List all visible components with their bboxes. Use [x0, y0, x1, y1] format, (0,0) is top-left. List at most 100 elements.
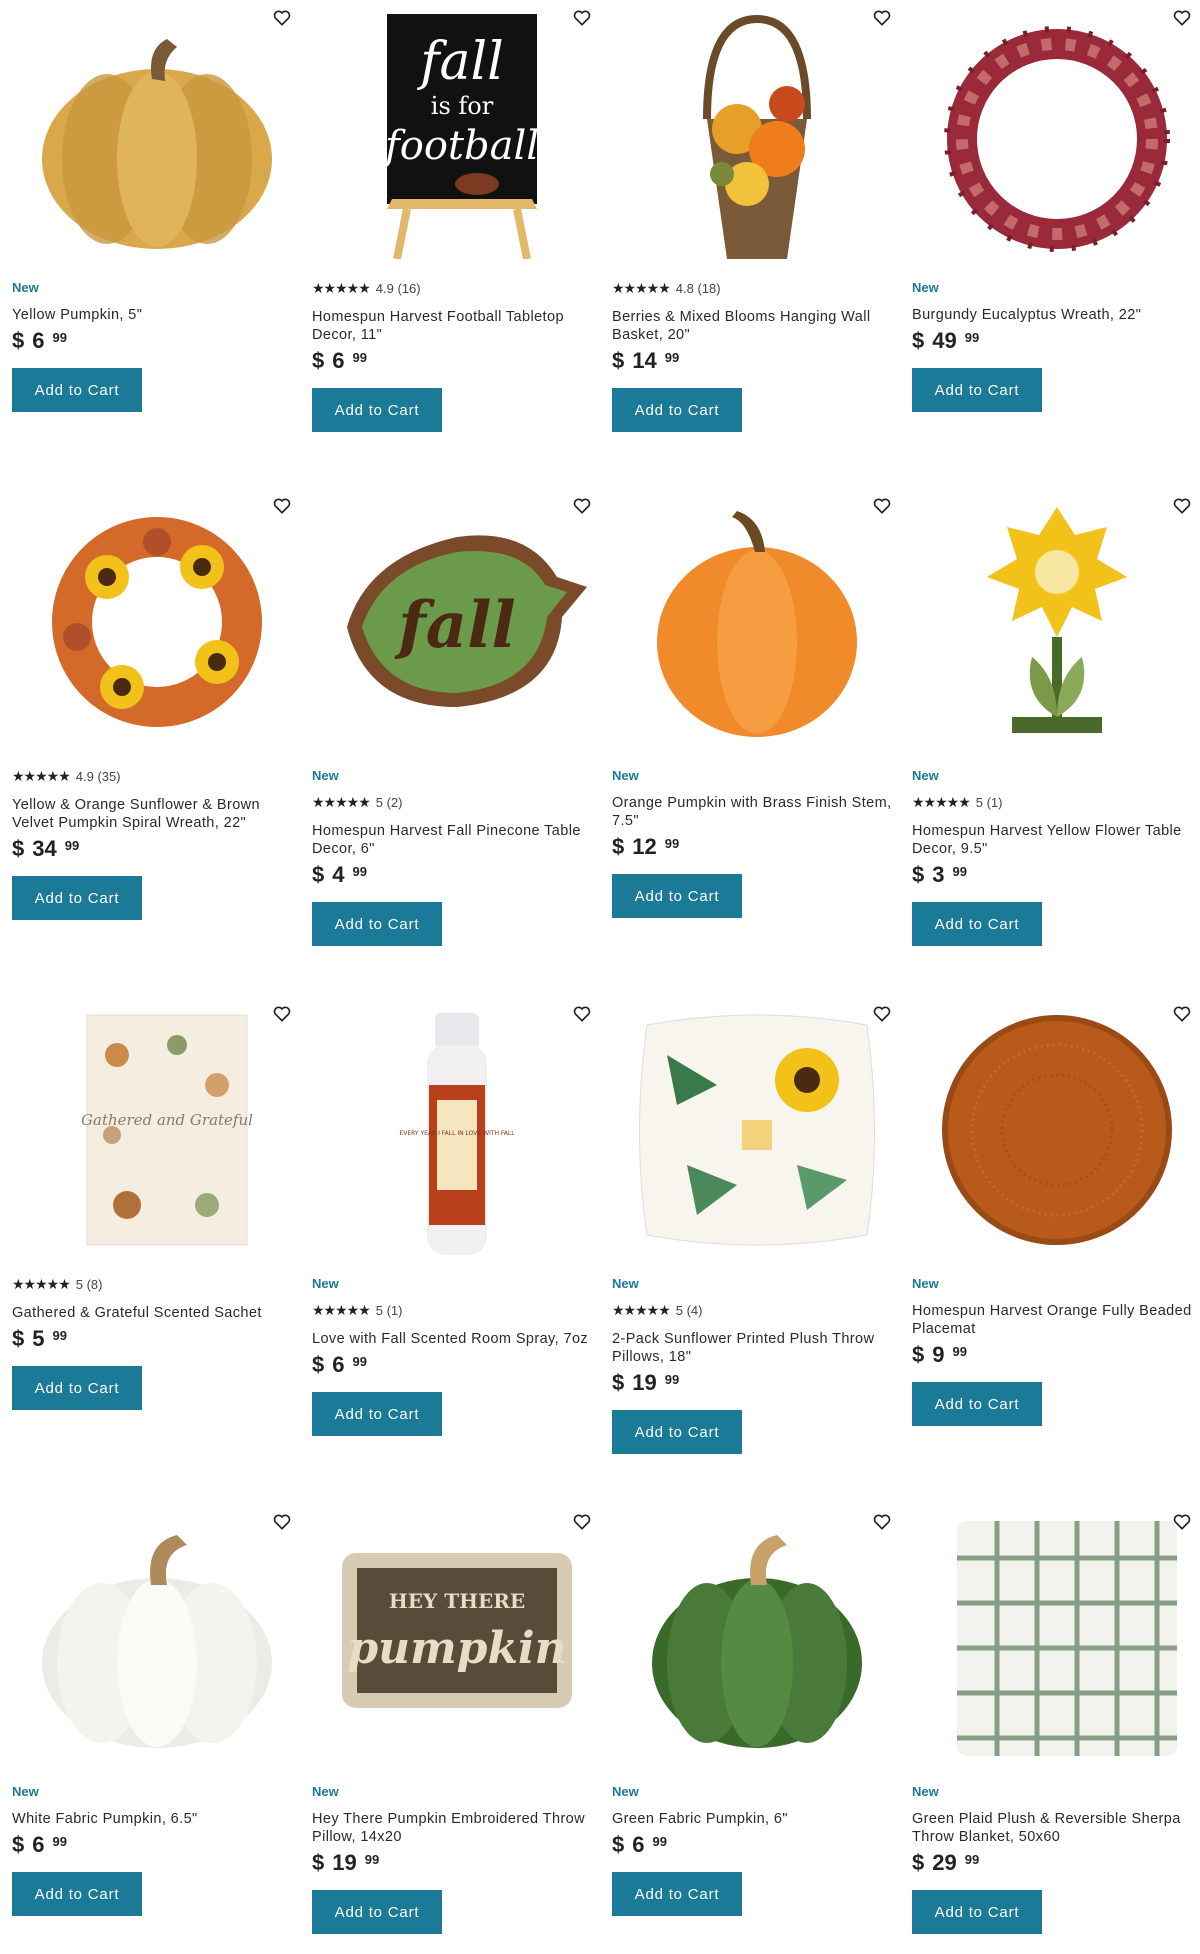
rating[interactable]: ★★★★★ 4.9 (35): [12, 768, 302, 784]
product-name[interactable]: Homespun Harvest Orange Fully Beaded Pla…: [912, 1302, 1200, 1338]
add-to-cart-button[interactable]: Add to Cart: [312, 1392, 442, 1436]
heart-icon[interactable]: [272, 8, 292, 28]
product-name[interactable]: Yellow & Orange Sunflower & Brown Velvet…: [12, 796, 302, 832]
product-name[interactable]: Hey There Pumpkin Embroidered Throw Pill…: [312, 1810, 602, 1846]
product-name[interactable]: 2-Pack Sunflower Printed Plush Throw Pil…: [612, 1330, 902, 1366]
product-card[interactable]: EVERY YEAR I FALL IN LOVE WITH FALL New …: [312, 996, 602, 1436]
heart-icon[interactable]: [1172, 1004, 1192, 1024]
product-name[interactable]: White Fabric Pumpkin, 6.5": [12, 1810, 302, 1828]
product-name[interactable]: Love with Fall Scented Room Spray, 7oz: [312, 1330, 602, 1348]
product-card[interactable]: fall is for football ★★★★★ 4.9 (16) Homes…: [312, 0, 602, 432]
product-image[interactable]: [12, 0, 302, 268]
heart-icon[interactable]: [872, 1512, 892, 1532]
add-to-cart-button[interactable]: Add to Cart: [12, 1872, 142, 1916]
product-image[interactable]: [612, 0, 902, 268]
heart-icon[interactable]: [572, 1004, 592, 1024]
price-cents: 99: [352, 1354, 367, 1369]
product-image[interactable]: EVERY YEAR I FALL IN LOVE WITH FALL: [312, 996, 602, 1264]
product-image[interactable]: [912, 488, 1200, 756]
currency-symbol: $: [912, 1850, 925, 1875]
add-to-cart-button[interactable]: Add to Cart: [612, 1872, 742, 1916]
rating[interactable]: ★★★★★ 5 (1): [912, 794, 1200, 810]
rating[interactable]: ★★★★★ 5 (4): [612, 1302, 902, 1318]
rating[interactable]: ★★★★★ 5 (1): [312, 1302, 602, 1318]
heart-icon[interactable]: [1172, 1512, 1192, 1532]
add-to-cart-button[interactable]: Add to Cart: [612, 874, 742, 918]
product-image[interactable]: [912, 0, 1200, 268]
product-name[interactable]: Homespun Harvest Yellow Flower Table Dec…: [912, 822, 1200, 858]
add-to-cart-button[interactable]: Add to Cart: [12, 368, 142, 412]
rating[interactable]: ★★★★★ 4.8 (18): [612, 280, 902, 296]
heart-icon[interactable]: [272, 1512, 292, 1532]
yellow-pumpkin-image: [42, 39, 272, 249]
hanging-basket-image: [703, 14, 811, 259]
product-card[interactable]: HEY THERE pumpkin New Hey There Pumpkin …: [312, 1504, 602, 1934]
product-name[interactable]: Green Plaid Plush & Reversible Sherpa Th…: [912, 1810, 1200, 1846]
add-to-cart-button[interactable]: Add to Cart: [912, 1890, 1042, 1934]
white-fabric-pumpkin-image: [42, 1535, 272, 1748]
product-name[interactable]: Gathered & Grateful Scented Sachet: [12, 1304, 302, 1322]
product-name[interactable]: Orange Pumpkin with Brass Finish Stem, 7…: [612, 794, 902, 830]
add-to-cart-button[interactable]: Add to Cart: [312, 388, 442, 432]
product-card[interactable]: fall New ★★★★★ 5 (2) Homespun Harvest Fal…: [312, 488, 602, 946]
product-name[interactable]: Burgundy Eucalyptus Wreath, 22": [912, 306, 1200, 324]
price-dollars: 6: [332, 348, 345, 373]
product-image[interactable]: [12, 488, 302, 756]
product-name[interactable]: Homespun Harvest Football Tabletop Decor…: [312, 308, 602, 344]
product-card[interactable]: ★★★★★ 4.8 (18) Berries & Mixed Blooms Han…: [612, 0, 902, 432]
heart-icon[interactable]: [272, 1004, 292, 1024]
product-image[interactable]: [12, 1504, 302, 1772]
product-name[interactable]: Yellow Pumpkin, 5": [12, 306, 302, 324]
product-image[interactable]: [612, 488, 902, 756]
add-to-cart-button[interactable]: Add to Cart: [612, 1410, 742, 1454]
product-card[interactable]: New Burgundy Eucalyptus Wreath, 22" $49 9…: [912, 0, 1200, 412]
add-to-cart-button[interactable]: Add to Cart: [912, 368, 1042, 412]
product-name[interactable]: Homespun Harvest Fall Pinecone Table Dec…: [312, 822, 602, 858]
product-card[interactable]: New ★★★★★ 5 (1) Homespun Harvest Yellow F…: [912, 488, 1200, 946]
product-price: $29 99: [912, 1850, 1200, 1878]
product-image[interactable]: Gathered and Grateful: [12, 996, 302, 1264]
product-card[interactable]: New Orange Pumpkin with Brass Finish Ste…: [612, 488, 902, 918]
svg-text:HEY THERE: HEY THERE: [389, 1589, 525, 1613]
rating[interactable]: ★★★★★ 4.9 (16): [312, 280, 602, 296]
heart-icon[interactable]: [1172, 496, 1192, 516]
svg-text:Gathered and Grateful: Gathered and Grateful: [81, 1111, 253, 1129]
add-to-cart-button[interactable]: Add to Cart: [912, 1382, 1042, 1426]
embroidered-pillow-image: HEY THERE pumpkin: [342, 1553, 572, 1708]
product-image[interactable]: [912, 1504, 1200, 1772]
heart-icon[interactable]: [872, 1004, 892, 1024]
product-image[interactable]: [612, 996, 902, 1264]
product-card[interactable]: New ★★★★★ 5 (4) 2-Pack Sunflower Printed …: [612, 996, 902, 1454]
add-to-cart-button[interactable]: Add to Cart: [12, 876, 142, 920]
product-card[interactable]: New Homespun Harvest Orange Fully Beaded…: [912, 996, 1200, 1426]
product-image[interactable]: fall: [312, 488, 602, 756]
add-to-cart-button[interactable]: Add to Cart: [12, 1366, 142, 1410]
product-image[interactable]: HEY THERE pumpkin: [312, 1504, 602, 1772]
product-image[interactable]: [912, 996, 1200, 1264]
price-dollars: 29: [932, 1850, 957, 1875]
heart-icon[interactable]: [572, 8, 592, 28]
product-card[interactable]: New Yellow Pumpkin, 5" $6 99 Add to Cart: [12, 0, 302, 412]
rating[interactable]: ★★★★★ 5 (8): [12, 1276, 302, 1292]
product-card[interactable]: ★★★★★ 4.9 (35) Yellow & Orange Sunflower …: [12, 488, 302, 920]
add-to-cart-button[interactable]: Add to Cart: [912, 902, 1042, 946]
product-name[interactable]: Berries & Mixed Blooms Hanging Wall Bask…: [612, 308, 902, 344]
product-image[interactable]: [612, 1504, 902, 1772]
add-to-cart-button[interactable]: Add to Cart: [312, 1890, 442, 1934]
heart-icon[interactable]: [572, 496, 592, 516]
heart-icon[interactable]: [572, 1512, 592, 1532]
product-card[interactable]: New White Fabric Pumpkin, 6.5" $6 99 Add …: [12, 1504, 302, 1916]
product-image[interactable]: fall is for football: [312, 0, 602, 268]
heart-icon[interactable]: [1172, 8, 1192, 28]
rating[interactable]: ★★★★★ 5 (2): [312, 794, 602, 810]
product-card[interactable]: New Green Fabric Pumpkin, 6" $6 99 Add to…: [612, 1504, 902, 1916]
heart-icon[interactable]: [872, 496, 892, 516]
product-card[interactable]: Gathered and Grateful ★★★★★ 5 (8) Gathere…: [12, 996, 302, 1410]
heart-icon[interactable]: [872, 8, 892, 28]
product-card[interactable]: New Green Plaid Plush & Reversible Sherp…: [912, 1504, 1200, 1934]
add-to-cart-button[interactable]: Add to Cart: [612, 388, 742, 432]
product-name[interactable]: Green Fabric Pumpkin, 6": [612, 1810, 902, 1828]
add-to-cart-button[interactable]: Add to Cart: [312, 902, 442, 946]
heart-icon[interactable]: [272, 496, 292, 516]
rating-count: 5 (4): [675, 1302, 703, 1318]
